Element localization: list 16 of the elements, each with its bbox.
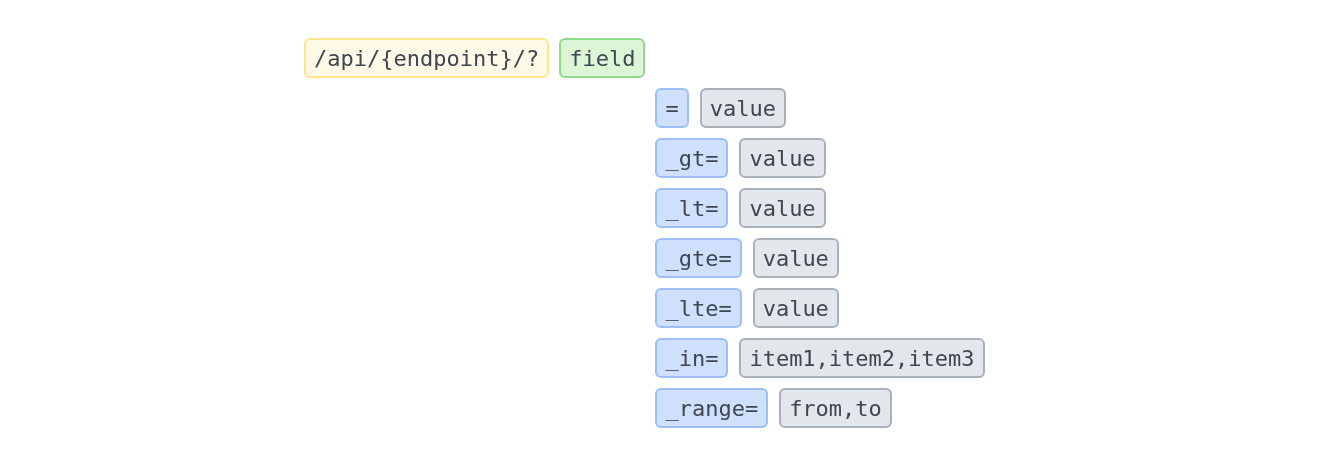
value-token: from,to	[779, 388, 892, 428]
operator-token: _gte=	[655, 238, 742, 278]
operator-token: _lt=	[655, 188, 729, 228]
operator-token: _range=	[655, 388, 769, 428]
value-token: value	[699, 88, 786, 128]
value-token: value	[752, 288, 839, 328]
operator-token: _in=	[655, 338, 729, 378]
value-token: item1,item2,item3	[739, 338, 985, 378]
operator-token: _lte=	[655, 288, 742, 328]
operator-token: _gt=	[655, 138, 729, 178]
operator-token: =	[655, 88, 689, 128]
value-token: value	[752, 238, 839, 278]
value-token: value	[739, 138, 826, 178]
value-token: value	[739, 188, 826, 228]
path-token: /api/{endpoint}/?	[304, 38, 550, 78]
field-token: field	[559, 38, 646, 78]
